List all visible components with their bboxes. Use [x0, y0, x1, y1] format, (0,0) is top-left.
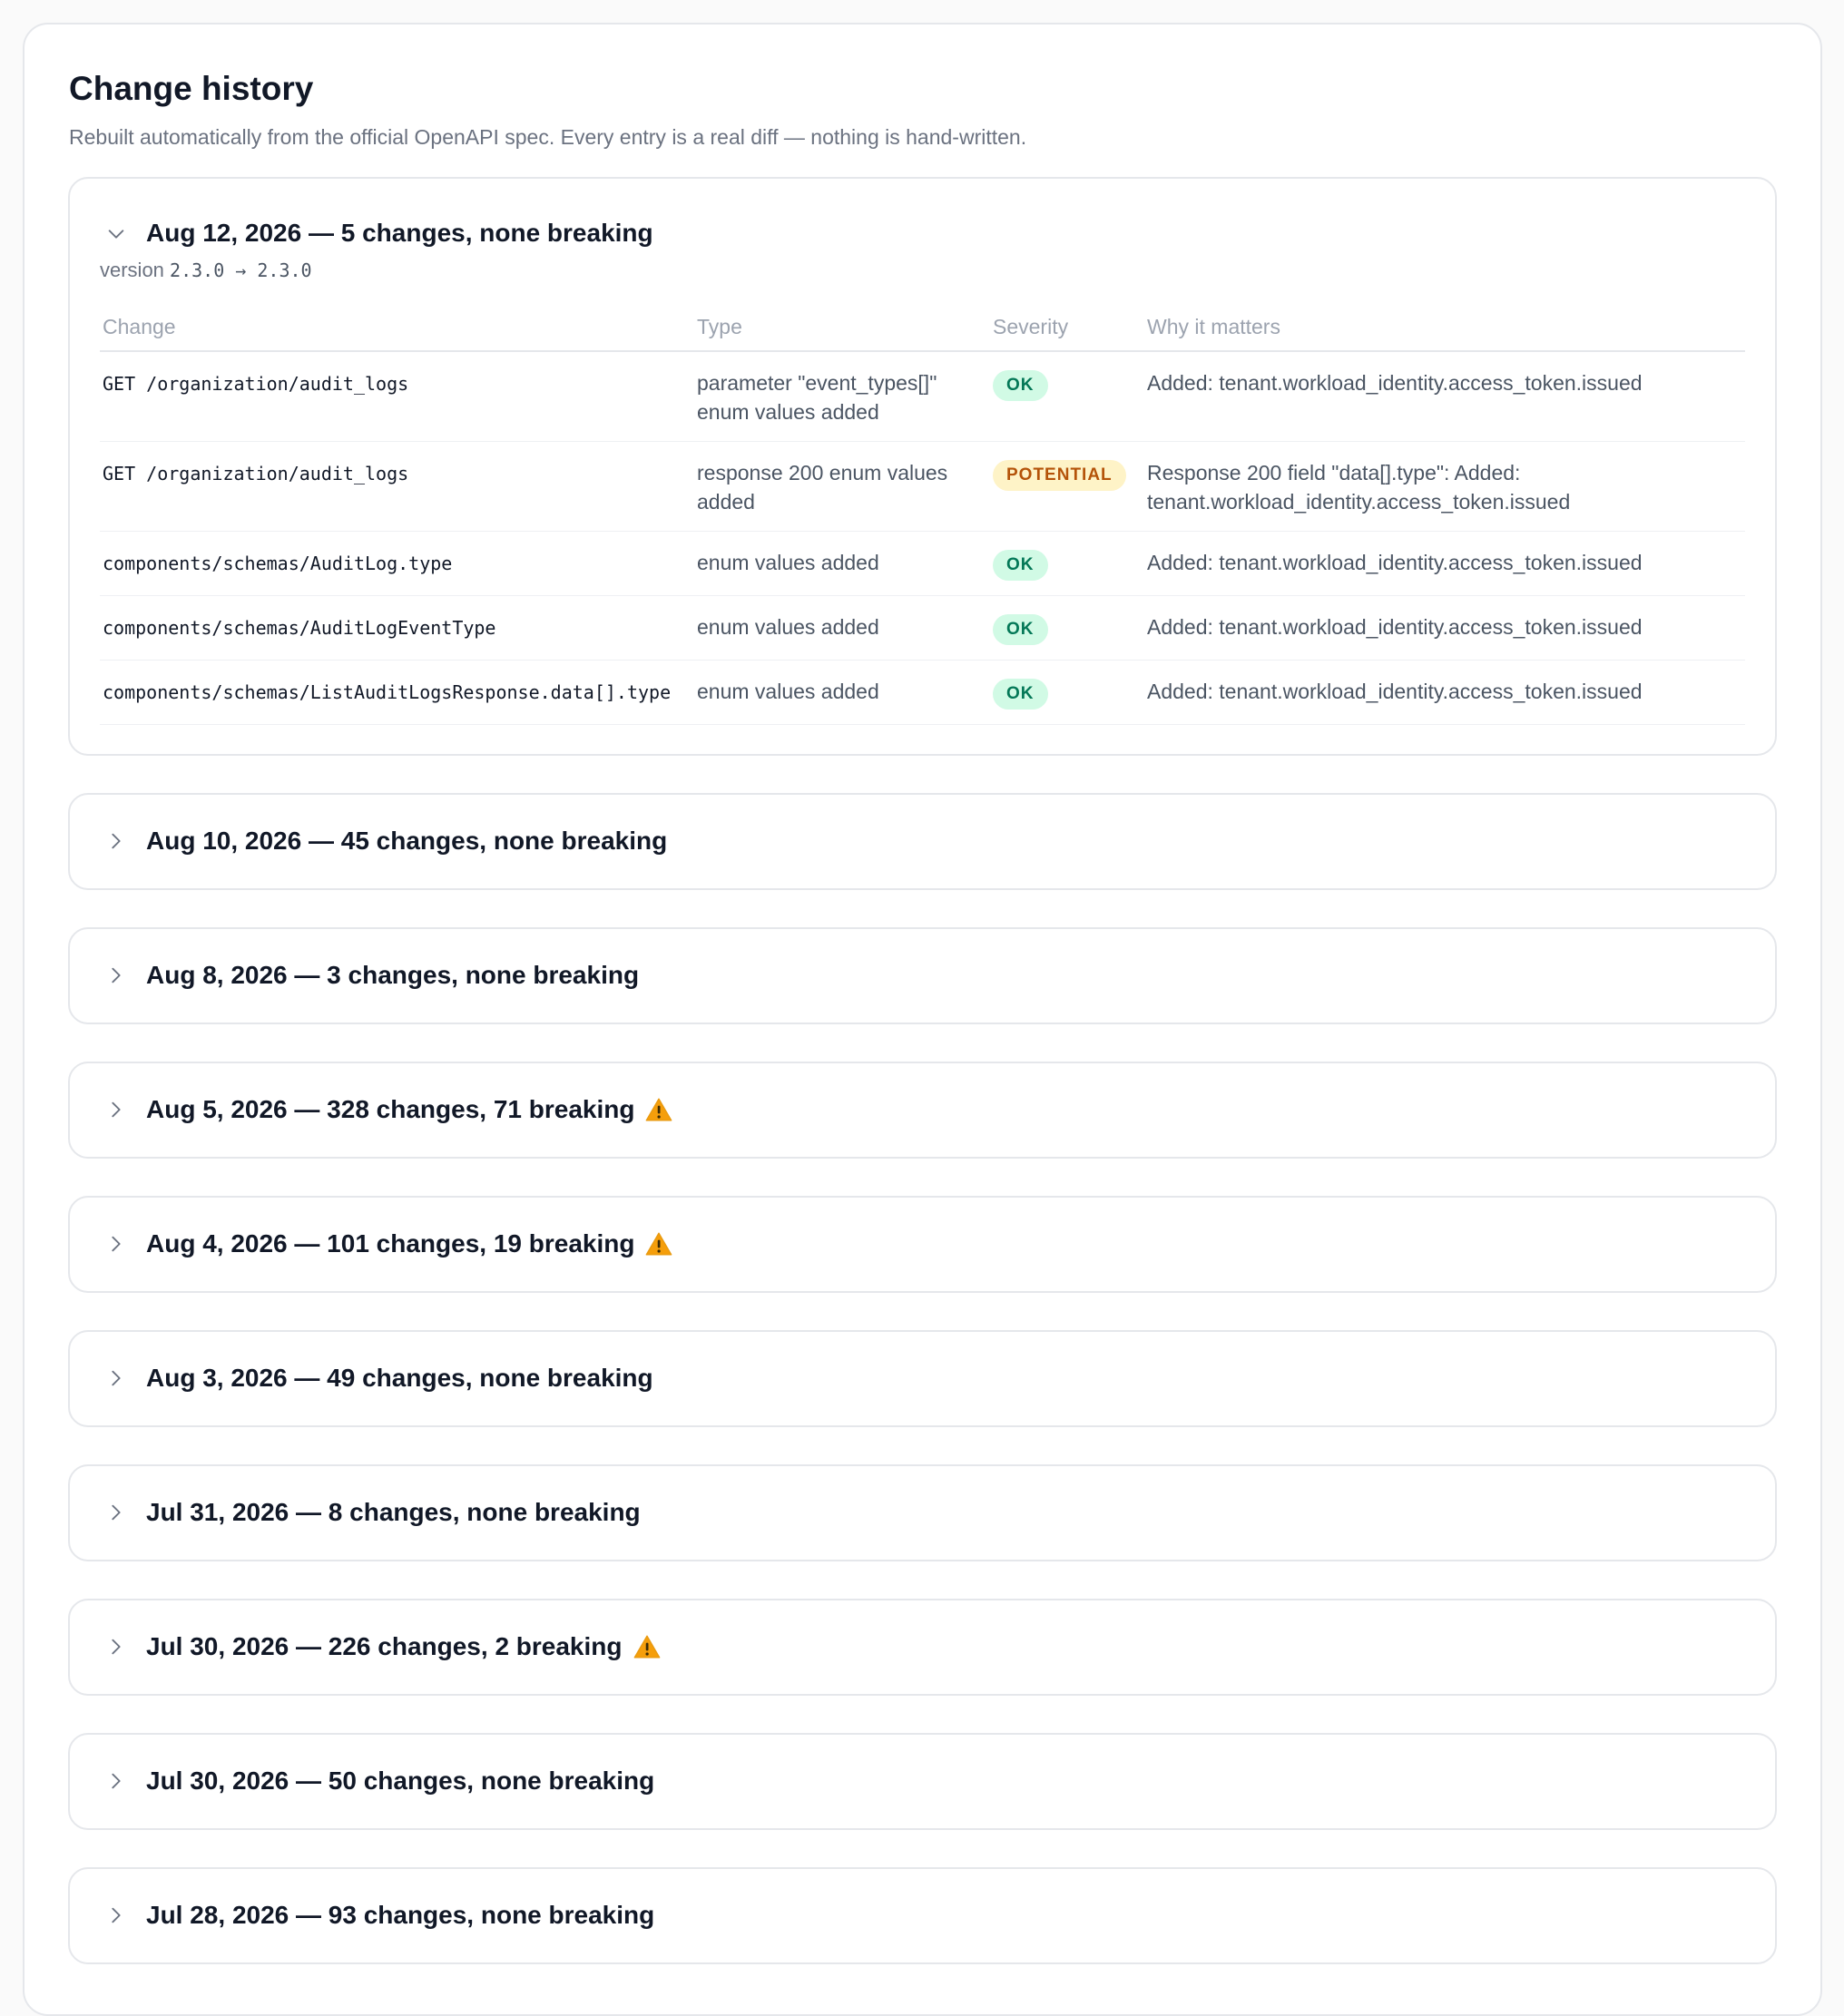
entry-title: Jul 30, 2026 — 50 changes, none breaking — [146, 1766, 655, 1796]
entry-toggle[interactable]: Aug 8, 2026 — 3 changes, none breaking — [70, 929, 1775, 1023]
chevron-right-icon — [104, 1903, 128, 1927]
severity-cell: OK — [990, 595, 1144, 661]
change-cell: components/schemas/AuditLogEventType — [100, 595, 694, 661]
change-cell: GET /organization/audit_logs — [100, 350, 694, 442]
why-cell: Added: tenant.workload_identity.access_t… — [1144, 350, 1745, 442]
entry-toggle[interactable]: Aug 4, 2026 — 101 changes, 19 breaking — [70, 1198, 1775, 1291]
entry-title: Jul 28, 2026 — 93 changes, none breaking — [146, 1901, 655, 1930]
entry-title: Aug 4, 2026 — 101 changes, 19 breaking — [146, 1229, 635, 1258]
table-row: GET /organization/audit_logs response 200… — [100, 441, 1745, 532]
warning-icon — [645, 1231, 672, 1257]
type-cell: enum values added — [694, 595, 990, 661]
history-entry: Jul 31, 2026 — 8 changes, none breaking — [68, 1463, 1777, 1561]
why-cell: Response 200 field "data[].type": Added:… — [1144, 441, 1745, 532]
severity-badge: OK — [993, 549, 1048, 581]
history-entry: Aug 8, 2026 — 3 changes, none breaking — [68, 926, 1777, 1024]
entry-title: Aug 3, 2026 — 49 changes, none breaking — [146, 1364, 653, 1393]
history-entry: Aug 3, 2026 — 49 changes, none breaking — [68, 1329, 1777, 1427]
entry-toggle[interactable]: Jul 28, 2026 — 93 changes, none breaking — [70, 1869, 1775, 1962]
history-entry-expanded: Aug 12, 2026 — 5 changes, none breaking … — [68, 176, 1777, 756]
entry-title: Aug 12, 2026 — 5 changes, none breaking — [146, 218, 653, 247]
column-header-why: Why it matters — [1144, 314, 1745, 352]
entry-toggle[interactable]: Jul 30, 2026 — 226 changes, 2 breaking — [70, 1600, 1775, 1694]
entry-title: Aug 5, 2026 — 328 changes, 71 breaking — [146, 1095, 635, 1124]
type-cell: enum values added — [694, 660, 990, 725]
entry-title: Aug 10, 2026 — 45 changes, none breaking — [146, 827, 668, 856]
changes-table: Change Type Severity Why it matters GET … — [100, 314, 1745, 725]
severity-badge: OK — [993, 369, 1048, 401]
entry-title: Jul 30, 2026 — 226 changes, 2 breaking — [146, 1632, 623, 1661]
page-subtitle: Rebuilt automatically from the official … — [69, 125, 1027, 149]
severity-cell: OK — [990, 531, 1144, 596]
entry-toggle[interactable]: Aug 12, 2026 — 5 changes, none breaking — [70, 179, 1775, 248]
column-header-change: Change — [100, 314, 694, 352]
version-value: 2.3.0 → 2.3.0 — [170, 259, 312, 281]
type-cell: enum values added — [694, 531, 990, 596]
severity-badge: POTENTIAL — [993, 459, 1126, 491]
chevron-right-icon — [104, 964, 128, 987]
why-cell: Added: tenant.workload_identity.access_t… — [1144, 595, 1745, 661]
chevron-right-icon — [104, 1769, 128, 1793]
type-cell: parameter "event_types[]" enum values ad… — [694, 350, 990, 442]
history-entry: Aug 5, 2026 — 328 changes, 71 breaking — [68, 1061, 1777, 1159]
why-cell: Added: tenant.workload_identity.access_t… — [1144, 660, 1745, 725]
entry-title: Jul 31, 2026 — 8 changes, none breaking — [146, 1498, 641, 1527]
entries-list: Aug 12, 2026 — 5 changes, none breaking … — [68, 176, 1777, 1964]
why-cell: Added: tenant.workload_identity.access_t… — [1144, 531, 1745, 596]
chevron-right-icon — [104, 1098, 128, 1121]
chevron-right-icon — [104, 1501, 128, 1524]
entry-toggle[interactable]: Aug 10, 2026 — 45 changes, none breaking — [70, 795, 1775, 888]
table-row: components/schemas/AuditLogEventType enum… — [100, 595, 1745, 661]
history-entry: Aug 10, 2026 — 45 changes, none breaking — [68, 792, 1777, 890]
change-cell: components/schemas/AuditLog.type — [100, 531, 694, 596]
page-title: Change history — [69, 70, 314, 107]
table-header-row: Change Type Severity Why it matters — [100, 314, 1745, 352]
version-label: version — [100, 258, 164, 281]
entry-toggle[interactable]: Jul 31, 2026 — 8 changes, none breaking — [70, 1466, 1775, 1560]
entry-toggle[interactable]: Aug 3, 2026 — 49 changes, none breaking — [70, 1332, 1775, 1425]
chevron-right-icon — [104, 1366, 128, 1390]
severity-cell: OK — [990, 350, 1144, 442]
table-row: GET /organization/audit_logs parameter "e… — [100, 350, 1745, 442]
type-cell: response 200 enum values added — [694, 441, 990, 532]
severity-badge: OK — [993, 613, 1048, 645]
severity-cell: OK — [990, 660, 1144, 725]
change-cell: GET /organization/audit_logs — [100, 441, 694, 532]
history-entry: Jul 28, 2026 — 93 changes, none breaking — [68, 1866, 1777, 1964]
entry-toggle[interactable]: Aug 5, 2026 — 328 changes, 71 breaking — [70, 1063, 1775, 1157]
history-entry: Jul 30, 2026 — 50 changes, none breaking — [68, 1732, 1777, 1830]
change-cell: components/schemas/ListAuditLogsResponse… — [100, 660, 694, 725]
change-history-card: Change history Rebuilt automatically fro… — [23, 23, 1822, 2016]
entry-title: Aug 8, 2026 — 3 changes, none breaking — [146, 961, 640, 990]
column-header-severity: Severity — [990, 314, 1144, 352]
chevron-down-icon — [104, 222, 128, 246]
warning-icon — [633, 1634, 661, 1659]
table-row: components/schemas/AuditLog.type enum val… — [100, 531, 1745, 596]
entry-toggle[interactable]: Jul 30, 2026 — 50 changes, none breaking — [70, 1735, 1775, 1828]
warning-icon — [645, 1097, 672, 1122]
version-info: version 2.3.0 → 2.3.0 — [100, 259, 1775, 282]
severity-cell: POTENTIAL — [990, 441, 1144, 532]
severity-badge: OK — [993, 678, 1048, 710]
history-entry: Jul 30, 2026 — 226 changes, 2 breaking — [68, 1598, 1777, 1696]
chevron-right-icon — [104, 829, 128, 853]
history-entry: Aug 4, 2026 — 101 changes, 19 breaking — [68, 1195, 1777, 1293]
chevron-right-icon — [104, 1635, 128, 1659]
table-row: components/schemas/ListAuditLogsResponse… — [100, 660, 1745, 725]
column-header-type: Type — [694, 314, 990, 352]
chevron-right-icon — [104, 1232, 128, 1256]
